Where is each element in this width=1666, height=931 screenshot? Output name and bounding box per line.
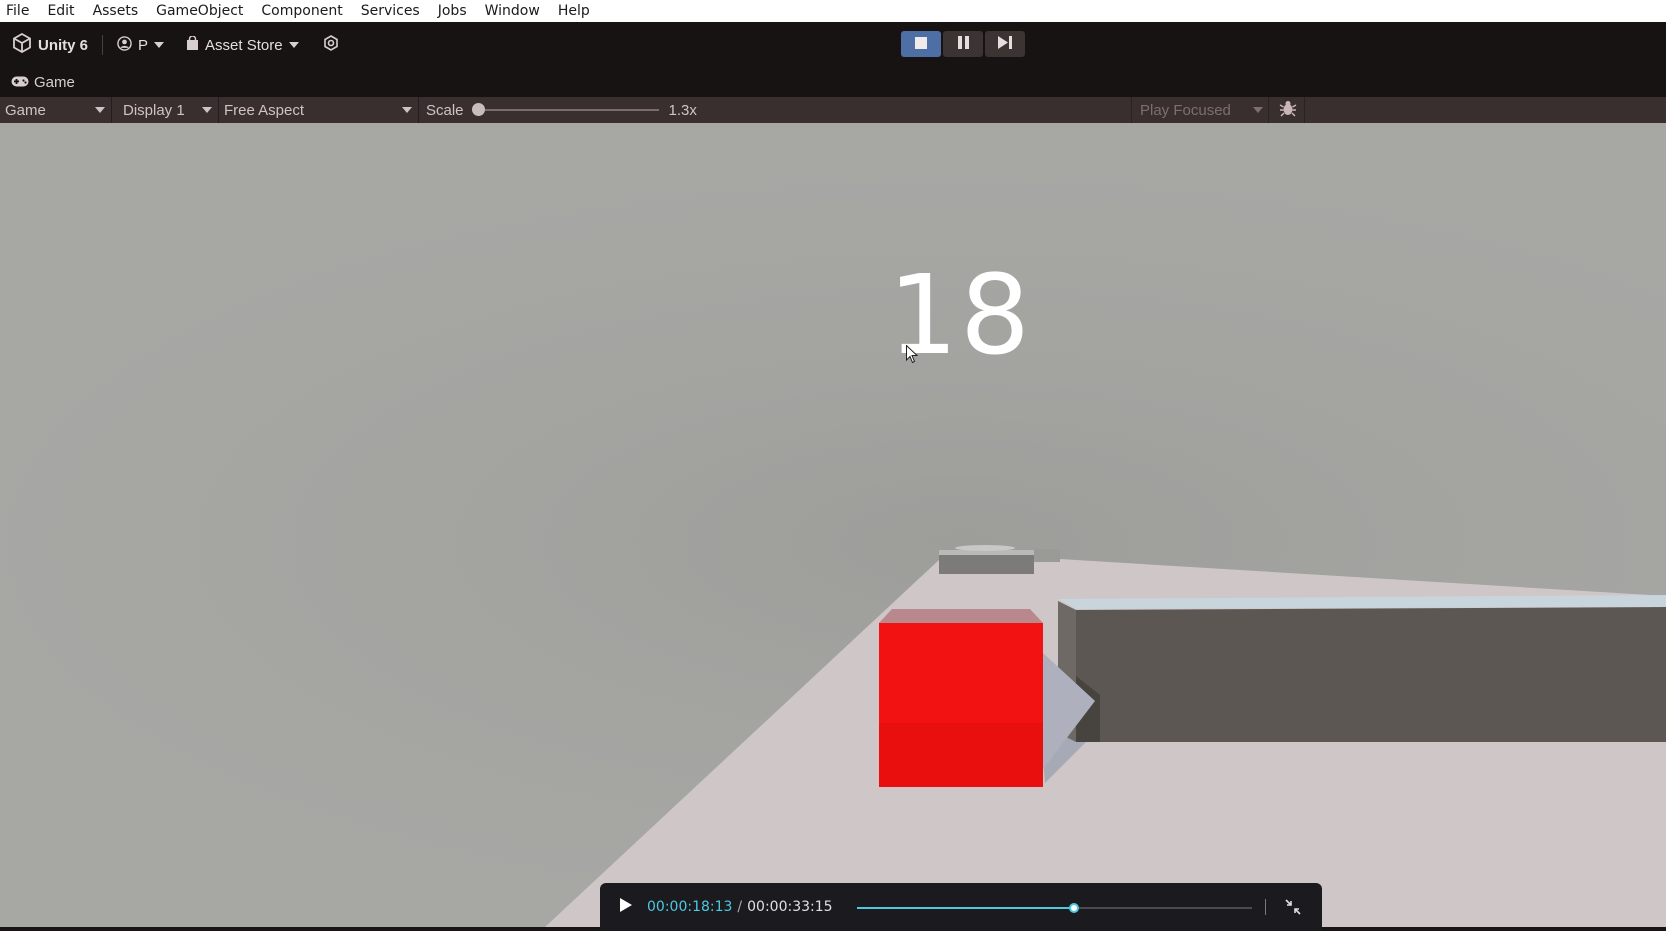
menu-assets[interactable]: Assets bbox=[84, 0, 148, 22]
cloud-settings-button[interactable] bbox=[323, 31, 339, 59]
account-icon bbox=[117, 35, 132, 55]
step-forward-icon bbox=[998, 35, 1012, 53]
game-viewport[interactable]: 18 bbox=[0, 123, 1666, 927]
scale-value: 1.3x bbox=[668, 101, 697, 119]
scale-slider[interactable] bbox=[471, 103, 659, 116]
video-progress-handle[interactable] bbox=[1069, 903, 1080, 913]
menu-bar: File Edit Assets GameObject Component Se… bbox=[0, 0, 1666, 22]
menu-gameobject[interactable]: GameObject bbox=[147, 0, 252, 22]
view-mode-value: Game bbox=[5, 101, 46, 119]
video-progress-bar[interactable] bbox=[857, 903, 1252, 913]
chevron-down-icon bbox=[402, 107, 412, 113]
play-icon[interactable] bbox=[619, 897, 633, 917]
stop-icon bbox=[915, 36, 927, 53]
unity-label: Unity 6 bbox=[38, 36, 89, 54]
scale-control: Scale 1.3x bbox=[419, 97, 697, 123]
debug-button[interactable] bbox=[1271, 97, 1305, 123]
unity-logo-icon bbox=[12, 32, 32, 57]
chevron-down-icon bbox=[202, 107, 212, 113]
video-playback-bar: 00:00:18:13 / 00:00:33:15 bbox=[600, 883, 1322, 931]
game-scene bbox=[545, 545, 1666, 927]
far-obstacle-3 bbox=[955, 545, 1015, 551]
pause-button[interactable] bbox=[943, 31, 983, 57]
menu-services[interactable]: Services bbox=[352, 0, 429, 22]
play-mode-value: Play Focused bbox=[1140, 101, 1231, 119]
video-progress-fill bbox=[857, 907, 1075, 909]
cloud-settings-icon bbox=[323, 35, 339, 55]
gamepad-icon bbox=[11, 74, 29, 91]
menu-component[interactable]: Component bbox=[252, 0, 351, 22]
far-obstacle bbox=[939, 553, 1034, 574]
shopping-bag-icon bbox=[186, 34, 199, 55]
account-dropdown[interactable]: P bbox=[117, 31, 165, 59]
menu-jobs[interactable]: Jobs bbox=[429, 0, 476, 22]
menu-help[interactable]: Help bbox=[549, 0, 599, 22]
unity-version-button[interactable]: Unity 6 bbox=[12, 31, 88, 59]
player-cube-shade bbox=[879, 723, 1043, 787]
tab-game-label: Game bbox=[34, 74, 75, 91]
current-time: 00:00:18:13 bbox=[647, 899, 733, 915]
game-view-toolbar: Game Display 1 Free Aspect Scale 1.3x Pl… bbox=[0, 97, 1666, 123]
toolbar-divider bbox=[102, 35, 104, 55]
play-controls bbox=[901, 31, 1025, 57]
menu-window[interactable]: Window bbox=[476, 0, 549, 22]
step-button[interactable] bbox=[985, 31, 1025, 57]
tab-game[interactable]: Game bbox=[0, 74, 75, 91]
asset-store-label: Asset Store bbox=[205, 36, 283, 54]
player-cube-top bbox=[879, 609, 1043, 623]
scale-slider-handle[interactable] bbox=[471, 103, 485, 116]
far-obstacle-2 bbox=[1034, 549, 1060, 562]
chevron-down-icon bbox=[95, 107, 105, 113]
video-bar-divider bbox=[1265, 899, 1266, 915]
asset-store-dropdown[interactable]: Asset Store bbox=[186, 31, 299, 59]
main-toolbar: Unity 6 P Asset Store bbox=[0, 22, 1666, 68]
menu-file[interactable]: File bbox=[0, 0, 38, 22]
tab-bar: Game bbox=[0, 68, 1666, 97]
time-separator: / bbox=[737, 899, 743, 915]
menu-edit[interactable]: Edit bbox=[38, 0, 83, 22]
pause-icon bbox=[957, 35, 969, 53]
scale-label: Scale bbox=[426, 101, 464, 119]
view-mode-dropdown[interactable]: Game bbox=[0, 97, 112, 123]
total-time: 00:00:33:15 bbox=[747, 899, 833, 915]
display-value: Display 1 bbox=[123, 101, 185, 119]
chevron-down-icon bbox=[288, 42, 299, 48]
bug-icon bbox=[1279, 99, 1297, 121]
mouse-cursor-icon bbox=[906, 345, 918, 364]
chevron-down-icon bbox=[1253, 107, 1263, 113]
aspect-dropdown[interactable]: Free Aspect bbox=[219, 97, 419, 123]
minimize-icon[interactable] bbox=[1284, 898, 1302, 920]
aspect-value: Free Aspect bbox=[224, 101, 305, 119]
display-dropdown[interactable]: Display 1 bbox=[112, 97, 219, 123]
account-label: P bbox=[138, 36, 149, 54]
side-wall bbox=[1076, 607, 1666, 742]
stop-button[interactable] bbox=[901, 31, 941, 57]
play-mode-dropdown[interactable]: Play Focused bbox=[1131, 97, 1269, 123]
chevron-down-icon bbox=[154, 42, 165, 48]
